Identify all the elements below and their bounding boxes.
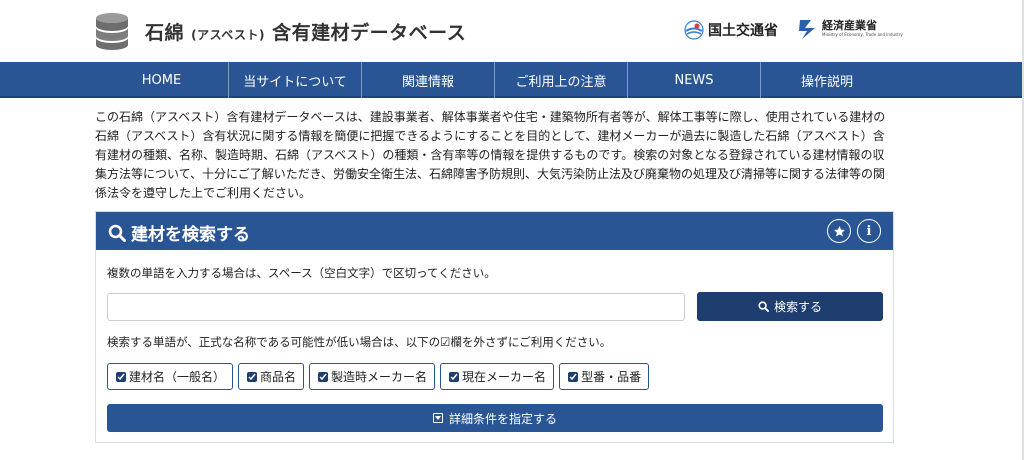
checkbox-checked-icon [568,371,579,382]
checkbox-label: 商品名 [260,370,297,384]
mlit-logo[interactable]: 国土交通省 [684,20,778,40]
search-icon [758,301,769,312]
info-button[interactable]: i [857,219,881,243]
intro-text: この石綿（アスベスト）含有建材データベースは、建設事業者、解体事業者や住宅・建築… [95,110,886,200]
detail-conditions-label: 詳細条件を指定する [448,411,557,426]
site-title-main-b: 含有建材データベース [272,22,467,44]
checkbox-checked-icon [318,371,329,382]
site-title[interactable]: 石綿 (アスベスト) 含有建材データベース [145,18,466,45]
mlit-mark-icon [684,20,704,40]
checkbox-checked-icon [116,371,126,382]
search-hint-multiple-words: 複数の単語を入力する場合は、スペース（空白文字）で区切ってください。 [107,266,496,280]
checkbox-label: 現在メーカー名 [462,370,547,384]
nav-item-about[interactable]: 当サイトについて [228,62,361,98]
favorite-button[interactable] [827,219,851,243]
checkbox-checked-icon [449,371,460,382]
nav-item-manual[interactable]: 操作説明 [760,62,893,98]
search-icon [108,224,126,242]
database-icon [96,13,128,50]
search-panel: 建材を検索する i 複数の単語を入力する場合は、スペース（空白文字）で区切ってく… [95,211,894,443]
site-title-paren: (アスベスト) [191,28,266,42]
checkbox-material-name[interactable]: 建材名（一般名） [107,363,234,390]
search-hint-checkboxes: 検索する単語が、正式な名称である可能性が低い場合は、以下の☑欄を外さずにご利用く… [107,335,612,349]
nav-item-home[interactable]: HOME [95,62,228,98]
nav-item-news[interactable]: NEWS [627,62,760,98]
meti-english-label: Ministry of Economy, Trade and Industry [822,32,903,37]
search-button[interactable]: 検索する [697,292,883,321]
search-panel-title: 建材を検索する [108,220,250,245]
mlit-label: 国土交通省 [708,23,778,39]
meti-logo[interactable]: 経済産業省 Ministry of Economy, Trade and Ind… [797,18,903,40]
main-nav: HOME 当サイトについて 関連情報 ご利用上の注意 NEWS 操作説明 [0,62,1022,98]
checkbox-product-name[interactable]: 商品名 [238,363,305,390]
search-button-label: 検索する [773,300,822,314]
site-title-main-a: 石綿 [145,22,185,44]
nav-item-related[interactable]: 関連情報 [361,62,494,98]
checkbox-checked-icon [247,371,258,382]
expand-icon [432,413,443,423]
checkbox-label: 製造時メーカー名 [331,370,428,384]
search-panel-title-text: 建材を検索する [131,225,250,245]
search-target-checkboxes: 建材名（一般名） 商品名 製造時メーカー名 現在メーカー名 型番・品番 [107,363,650,390]
checkbox-label: 建材名（一般名） [129,370,226,384]
search-input[interactable] [107,293,685,321]
search-panel-header: 建材を検索する i [96,212,893,250]
star-icon [833,225,845,236]
site-header: 石綿 (アスベスト) 含有建材データベース 国土交通省 経済産業省 Minist… [0,0,1022,62]
checkbox-manufacturer-at-production[interactable]: 製造時メーカー名 [309,363,436,390]
meti-label: 経済産業省 [822,19,877,32]
checkbox-label: 型番・品番 [581,370,642,384]
checkbox-model-number[interactable]: 型番・品番 [559,363,650,390]
nav-item-notes[interactable]: ご利用上の注意 [494,62,627,98]
meti-mark-icon [799,20,815,39]
checkbox-current-manufacturer[interactable]: 現在メーカー名 [440,363,555,390]
page: 石綿 (アスベスト) 含有建材データベース 国土交通省 経済産業省 Minist… [0,0,1024,460]
detail-conditions-button[interactable]: 詳細条件を指定する [107,404,883,432]
info-icon: i [866,223,872,239]
